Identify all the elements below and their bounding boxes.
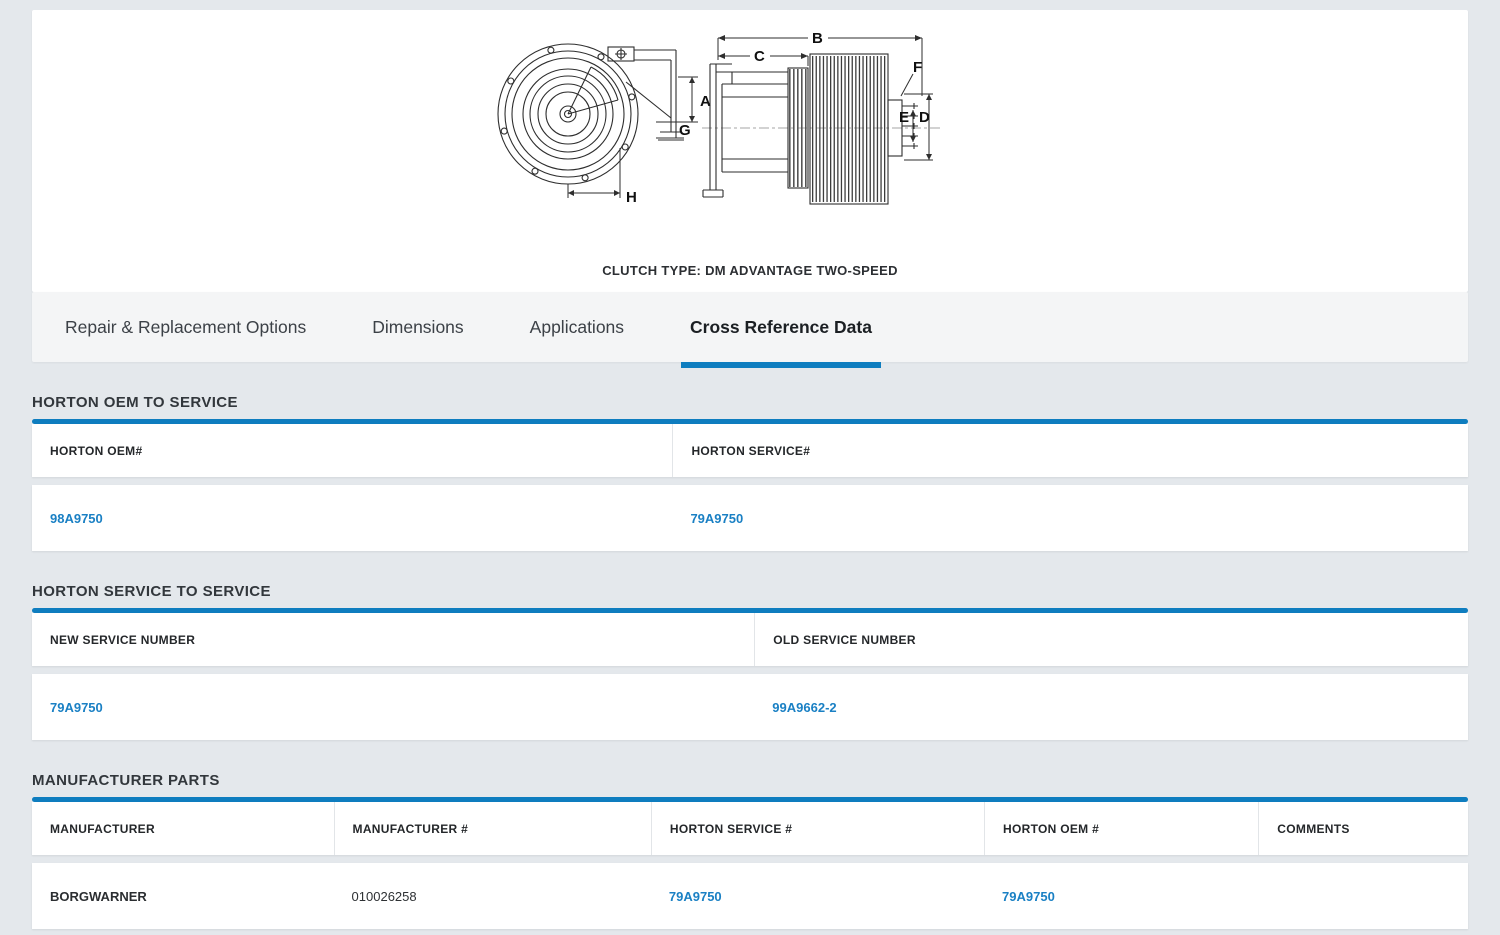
table-header-row: NEW SERVICE NUMBER OLD SERVICE NUMBER	[32, 613, 1468, 666]
page: A B C D E F G H CLUTCH TYPE: DM ADVANTAG…	[0, 0, 1500, 935]
column-header-horton-oem: HORTON OEM#	[32, 424, 672, 477]
part-link-horton-oem[interactable]: 79A9750	[1002, 889, 1055, 904]
table-header-row: HORTON OEM# HORTON SERVICE#	[32, 424, 1468, 477]
dim-label-c: C	[754, 48, 765, 65]
part-link-new-service[interactable]: 79A9750	[50, 700, 103, 715]
part-link-oem[interactable]: 98A9750	[50, 511, 103, 526]
section-title-manufacturer-parts: MANUFACTURER PARTS	[32, 772, 1468, 789]
tab-dimensions[interactable]: Dimensions	[339, 292, 496, 362]
tab-cross-reference-data[interactable]: Cross Reference Data	[657, 292, 905, 362]
tab-label: Applications	[530, 317, 624, 338]
clutch-technical-diagram: A B C D E F G H	[470, 22, 1030, 252]
clutch-type-caption: CLUTCH TYPE: DM ADVANTAGE TWO-SPEED	[602, 263, 898, 292]
tab-repair-replacement-options[interactable]: Repair & Replacement Options	[32, 292, 339, 362]
column-header-horton-service: HORTON SERVICE#	[672, 424, 1468, 477]
column-header-manufacturer-number: MANUFACTURER #	[334, 802, 651, 855]
diagram-wrap: A B C D E F G H	[470, 22, 1030, 257]
dim-label-h: H	[626, 189, 637, 206]
column-header-manufacturer: MANUFACTURER	[32, 802, 334, 855]
dim-label-e: E	[899, 109, 909, 126]
table-row: BORGWARNER 010026258 79A9750 79A9750	[32, 863, 1468, 929]
column-header-horton-service-number: HORTON SERVICE #	[651, 802, 984, 855]
side-view-lines	[702, 54, 940, 204]
manufacturer-parts-table: MANUFACTURER MANUFACTURER # HORTON SERVI…	[32, 797, 1468, 929]
table-row: 98A9750 79A9750	[32, 485, 1468, 551]
dim-label-a: A	[700, 93, 711, 110]
part-link-horton-service[interactable]: 79A9750	[669, 889, 722, 904]
oem-to-service-table: HORTON OEM# HORTON SERVICE# 98A9750 79A9…	[32, 419, 1468, 551]
tab-applications[interactable]: Applications	[497, 292, 657, 362]
column-header-new-service-number: NEW SERVICE NUMBER	[32, 613, 754, 666]
cell-manufacturer-number: 010026258	[334, 889, 651, 904]
table-header-row: MANUFACTURER MANUFACTURER # HORTON SERVI…	[32, 802, 1468, 855]
tab-label: Repair & Replacement Options	[65, 317, 306, 338]
cell-manufacturer: BORGWARNER	[32, 889, 334, 904]
service-to-service-table: NEW SERVICE NUMBER OLD SERVICE NUMBER 79…	[32, 608, 1468, 740]
dimension-lines	[568, 38, 933, 198]
part-link-service[interactable]: 79A9750	[690, 511, 743, 526]
section-title-oem-to-service: HORTON OEM TO SERVICE	[32, 394, 1468, 411]
column-header-comments: COMMENTS	[1258, 802, 1468, 855]
table-row: 79A9750 99A9662-2	[32, 674, 1468, 740]
active-tab-underline	[681, 362, 881, 368]
dim-label-d: D	[919, 109, 930, 126]
product-diagram-card: A B C D E F G H CLUTCH TYPE: DM ADVANTAG…	[32, 10, 1468, 292]
dim-label-f: F	[913, 59, 922, 76]
tab-label: Cross Reference Data	[690, 317, 872, 338]
front-view-lines	[498, 44, 684, 184]
tab-label: Dimensions	[372, 317, 463, 338]
column-header-old-service-number: OLD SERVICE NUMBER	[754, 613, 1468, 666]
tab-bar: Repair & Replacement Options Dimensions …	[32, 292, 1468, 362]
dim-label-b: B	[812, 30, 823, 47]
section-title-service-to-service: HORTON SERVICE TO SERVICE	[32, 583, 1468, 600]
dim-label-g: G	[679, 122, 691, 139]
column-header-horton-oem-number: HORTON OEM #	[984, 802, 1258, 855]
part-link-old-service[interactable]: 99A9662-2	[772, 700, 836, 715]
